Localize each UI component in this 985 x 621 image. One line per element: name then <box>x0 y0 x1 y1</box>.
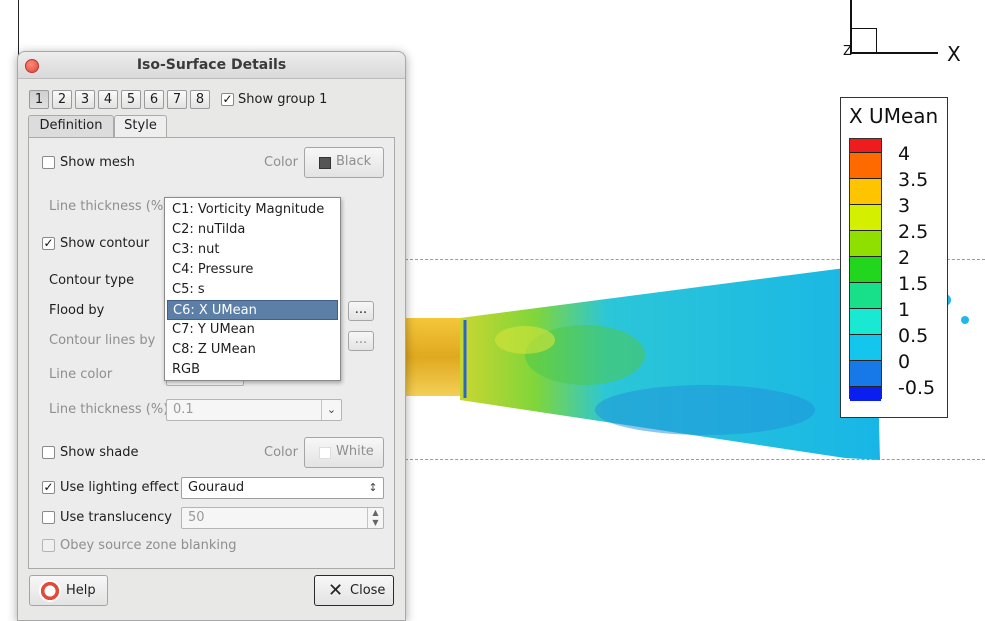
color-swatch-icon <box>319 157 331 169</box>
shade-color-label: Color <box>264 445 298 460</box>
show-contour-label: Show contour <box>60 236 150 251</box>
legend-swatch <box>850 309 881 335</box>
group-button-1[interactable]: 1 <box>29 90 49 109</box>
dialog-title: Iso-Surface Details <box>136 57 287 73</box>
lighting-label: Use lighting effect <box>60 480 179 495</box>
contour-type-label: Contour type <box>49 273 135 288</box>
line-thickness-dropdown[interactable]: 0.1 ⌄ <box>166 399 342 421</box>
legend-level: 0.5 <box>898 325 929 347</box>
flood-by-dropdown-list[interactable]: C1: Vorticity Magnitude C2: nuTilda C3: … <box>164 197 341 381</box>
close-x-icon: ✕ <box>328 580 344 601</box>
group-button-8[interactable]: 8 <box>190 90 210 109</box>
dropdown-option-c5[interactable]: C5: s <box>167 280 338 300</box>
updown-chevron-icon: ↕ <box>368 481 378 494</box>
flood-by-label: Flood by <box>49 303 105 318</box>
color-swatch-icon <box>319 447 331 459</box>
show-group-checkbox[interactable]: ✓ <box>221 93 234 106</box>
axis-x-label: X <box>947 42 961 66</box>
shade-color-value: White <box>336 444 374 459</box>
group-button-7[interactable]: 7 <box>167 90 187 109</box>
contour-lines-by-more-button[interactable]: ... <box>348 331 374 351</box>
spin-arrows-icon[interactable]: ▲ ▼ <box>367 508 383 528</box>
mesh-line-thickness-label: Line thickness (%): <box>49 199 173 214</box>
mesh-color-label: Color <box>264 155 298 170</box>
obey-blanking-label: Obey source zone blanking <box>60 538 237 553</box>
dropdown-option-c3[interactable]: C3: nut <box>167 240 338 260</box>
dialog-titlebar[interactable]: Iso-Surface Details <box>18 52 405 79</box>
legend-level: 3.5 <box>898 169 929 191</box>
close-label: Close <box>350 583 386 598</box>
line-color-label: Line color <box>49 367 113 382</box>
legend-swatch <box>850 387 881 401</box>
contour-legend[interactable]: X UMean 4 3.5 3 2.5 2 1.5 1 0.5 0 -0.5 <box>840 97 948 418</box>
shadow-patch <box>595 385 815 435</box>
dropdown-option-c8[interactable]: C8: Z UMean <box>167 340 338 360</box>
line-thickness-value: 0.1 <box>173 402 194 417</box>
dropdown-option-c7[interactable]: C7: Y UMean <box>167 320 338 340</box>
translucency-value: 50 <box>188 510 205 525</box>
axis-triad-box <box>851 28 877 54</box>
fragment <box>961 316 969 324</box>
translucency-checkbox[interactable] <box>42 511 55 524</box>
lighting-value: Gouraud <box>188 480 245 495</box>
group-button-3[interactable]: 3 <box>75 90 95 109</box>
show-shade-checkbox[interactable] <box>42 446 55 459</box>
legend-swatch <box>850 257 881 283</box>
group-button-4[interactable]: 4 <box>98 90 118 109</box>
show-mesh-label: Show mesh <box>60 155 135 170</box>
legend-level: 1.5 <box>898 273 929 295</box>
translucency-label: Use translucency <box>60 510 172 525</box>
line-thickness-label: Line thickness (%) <box>49 402 169 417</box>
legend-level: 0 <box>898 351 911 373</box>
legend-level: 2 <box>898 247 911 269</box>
show-contour-checkbox[interactable]: ✓ <box>42 237 55 250</box>
mesh-color-button[interactable]: Black <box>304 147 384 178</box>
group-button-5[interactable]: 5 <box>121 90 141 109</box>
obey-blanking-checkbox[interactable] <box>42 539 55 552</box>
lighting-checkbox[interactable]: ✓ <box>42 481 55 494</box>
legend-swatch <box>850 231 881 257</box>
legend-swatch <box>850 179 881 205</box>
dropdown-option-c2[interactable]: C2: nuTilda <box>167 220 338 240</box>
legend-swatch <box>850 361 881 387</box>
group-button-2[interactable]: 2 <box>52 90 72 109</box>
legend-swatch <box>850 335 881 361</box>
dropdown-option-c6[interactable]: C6: X UMean <box>167 300 338 320</box>
help-lifebuoy-icon <box>39 580 61 602</box>
tab-definition[interactable]: Definition <box>28 115 114 137</box>
dropdown-option-rgb[interactable]: RGB <box>167 360 338 380</box>
dropdown-option-c1[interactable]: C1: Vorticity Magnitude <box>167 200 338 220</box>
show-mesh-checkbox[interactable] <box>42 156 55 169</box>
axis-z-label: Z <box>843 44 852 59</box>
legend-level: 4 <box>898 143 911 165</box>
contour-lines-by-label: Contour lines by <box>49 333 156 348</box>
legend-swatch <box>850 283 881 309</box>
legend-swatch <box>850 153 881 179</box>
close-button[interactable]: ✕ Close <box>314 575 394 606</box>
flood-by-more-button[interactable]: ... <box>348 301 374 321</box>
yellow-patch <box>495 326 555 354</box>
legend-color-bar <box>849 138 882 401</box>
show-shade-label: Show shade <box>60 445 139 460</box>
tab-style[interactable]: Style <box>114 115 167 138</box>
help-label: Help <box>66 583 96 598</box>
legend-level: 3 <box>898 195 911 217</box>
shade-color-button[interactable]: White <box>304 437 384 468</box>
show-group-label: Show group 1 <box>238 92 328 107</box>
lighting-dropdown[interactable]: Gouraud ↕ <box>181 477 384 499</box>
legend-title: X UMean <box>849 104 939 128</box>
chevron-down-icon: ⌄ <box>321 400 341 420</box>
legend-swatch <box>850 205 881 231</box>
legend-level: 2.5 <box>898 221 929 243</box>
mesh-color-value: Black <box>336 154 372 169</box>
legend-swatch <box>850 139 881 153</box>
jet-core <box>405 318 465 396</box>
dropdown-option-c4[interactable]: C4: Pressure <box>167 260 338 280</box>
legend-level: -0.5 <box>898 377 936 399</box>
help-button[interactable]: Help <box>29 575 108 606</box>
legend-level: 1 <box>898 299 911 321</box>
translucency-spinbox[interactable]: 50 ▲ ▼ <box>181 507 384 529</box>
group-button-6[interactable]: 6 <box>144 90 164 109</box>
